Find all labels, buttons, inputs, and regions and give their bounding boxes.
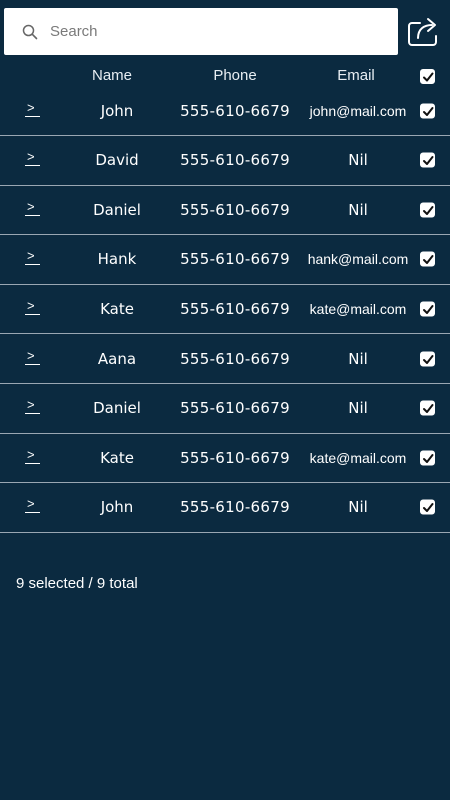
- contact-phone: 555-610-6679: [180, 102, 290, 120]
- row-checkbox[interactable]: [420, 152, 435, 168]
- contact-phone: 555-610-6679: [180, 300, 290, 319]
- chevron-right-icon: >: [27, 198, 35, 214]
- contact-phone: 555-610-6679: [180, 399, 290, 418]
- row-checkbox[interactable]: [420, 251, 435, 267]
- checkmark-icon: [423, 205, 434, 215]
- contact-list: > John 555-610-6679 john@mail.com > Davi…: [0, 87, 450, 533]
- chevron-right-icon: >: [27, 298, 35, 314]
- contact-email: Nil: [348, 399, 368, 418]
- column-header-name[interactable]: Name: [72, 67, 152, 84]
- expand-row-button[interactable]: >: [22, 497, 42, 517]
- selection-status: 9 selected / 9 total: [16, 575, 138, 592]
- contact-row[interactable]: > Hank 555-610-6679 hank@mail.com: [0, 235, 450, 285]
- contact-phone: 555-610-6679: [180, 498, 290, 517]
- column-header-email[interactable]: Email: [316, 67, 396, 84]
- contact-phone: 555-610-6679: [180, 200, 290, 219]
- row-checkbox[interactable]: [420, 301, 435, 317]
- contact-email: john@mail.com: [309, 103, 407, 119]
- contact-name: Daniel: [93, 200, 141, 219]
- contact-row[interactable]: > Aana 555-610-6679 Nil: [0, 334, 450, 384]
- search-box[interactable]: [4, 8, 398, 55]
- column-header-phone[interactable]: Phone: [195, 67, 275, 84]
- chevron-right-icon: >: [27, 496, 35, 512]
- contact-phone: 555-610-6679: [180, 250, 290, 269]
- checkmark-icon: [423, 404, 434, 414]
- contact-name: Kate: [100, 300, 134, 319]
- contact-email: kate@mail.com: [309, 449, 407, 466]
- expand-row-button[interactable]: >: [22, 249, 42, 269]
- contact-name: John: [100, 498, 134, 517]
- expand-row-button[interactable]: >: [22, 198, 42, 220]
- checkmark-icon: [423, 305, 434, 315]
- contact-name: Hank: [97, 250, 137, 269]
- search-input[interactable]: [48, 22, 372, 41]
- contact-row[interactable]: > Kate 555-610-6679 kate@mail.com: [0, 285, 450, 335]
- contact-email: Nil: [348, 498, 368, 517]
- contact-phone: 555-610-6679: [180, 151, 290, 170]
- contact-name: Aana: [97, 349, 137, 368]
- top-bar: [0, 0, 450, 62]
- table-header: Name Phone Email: [0, 62, 450, 90]
- contact-email: Nil: [348, 349, 368, 368]
- share-button[interactable]: [406, 14, 442, 48]
- contact-phone: 555-610-6679: [180, 349, 290, 368]
- checkmark-icon: [423, 503, 434, 513]
- select-all-checkbox[interactable]: [420, 69, 435, 84]
- contact-name: Kate: [100, 448, 134, 467]
- contact-email: Nil: [348, 151, 368, 170]
- contact-row[interactable]: > Kate 555-610-6679 kate@mail.com: [0, 434, 450, 484]
- expand-row-button[interactable]: >: [22, 150, 42, 170]
- contact-row[interactable]: > John 555-610-6679 john@mail.com: [0, 87, 450, 136]
- contact-row[interactable]: > Daniel 555-610-6679 Nil: [0, 384, 450, 434]
- expand-row-button[interactable]: >: [22, 347, 42, 369]
- chevron-right-icon: >: [27, 347, 35, 363]
- expand-row-button[interactable]: >: [22, 299, 42, 319]
- checkmark-icon: [423, 72, 434, 82]
- checkmark-icon: [423, 354, 434, 364]
- row-checkbox[interactable]: [420, 400, 435, 416]
- row-checkbox[interactable]: [420, 202, 435, 218]
- share-icon: [408, 18, 437, 46]
- contact-phone: 555-610-6679: [180, 448, 290, 467]
- row-checkbox[interactable]: [420, 103, 435, 119]
- checkmark-icon: [423, 255, 434, 265]
- row-checkbox[interactable]: [420, 351, 435, 367]
- checkmark-icon: [423, 453, 434, 463]
- chevron-right-icon: >: [27, 248, 35, 264]
- contact-name: John: [100, 102, 134, 120]
- expand-row-button[interactable]: >: [22, 398, 42, 418]
- contact-name: Daniel: [93, 399, 141, 418]
- contact-name: David: [95, 151, 139, 170]
- chevron-right-icon: >: [27, 100, 35, 115]
- search-icon: [22, 24, 38, 40]
- chevron-right-icon: >: [27, 149, 35, 165]
- checkmark-icon: [423, 107, 434, 116]
- row-checkbox[interactable]: [420, 450, 435, 466]
- checkmark-icon: [423, 156, 434, 166]
- contact-email: kate@mail.com: [309, 301, 407, 318]
- contact-email: Nil: [348, 200, 368, 219]
- chevron-right-icon: >: [27, 446, 35, 462]
- contact-row[interactable]: > Daniel 555-610-6679 Nil: [0, 186, 450, 236]
- contact-email: hank@mail.com: [307, 251, 409, 268]
- chevron-right-icon: >: [27, 397, 35, 413]
- expand-row-button[interactable]: >: [22, 446, 42, 468]
- expand-row-button[interactable]: >: [22, 101, 42, 121]
- row-checkbox[interactable]: [420, 499, 435, 515]
- contact-row[interactable]: > John 555-610-6679 Nil: [0, 483, 450, 533]
- contact-row[interactable]: > David 555-610-6679 Nil: [0, 136, 450, 186]
